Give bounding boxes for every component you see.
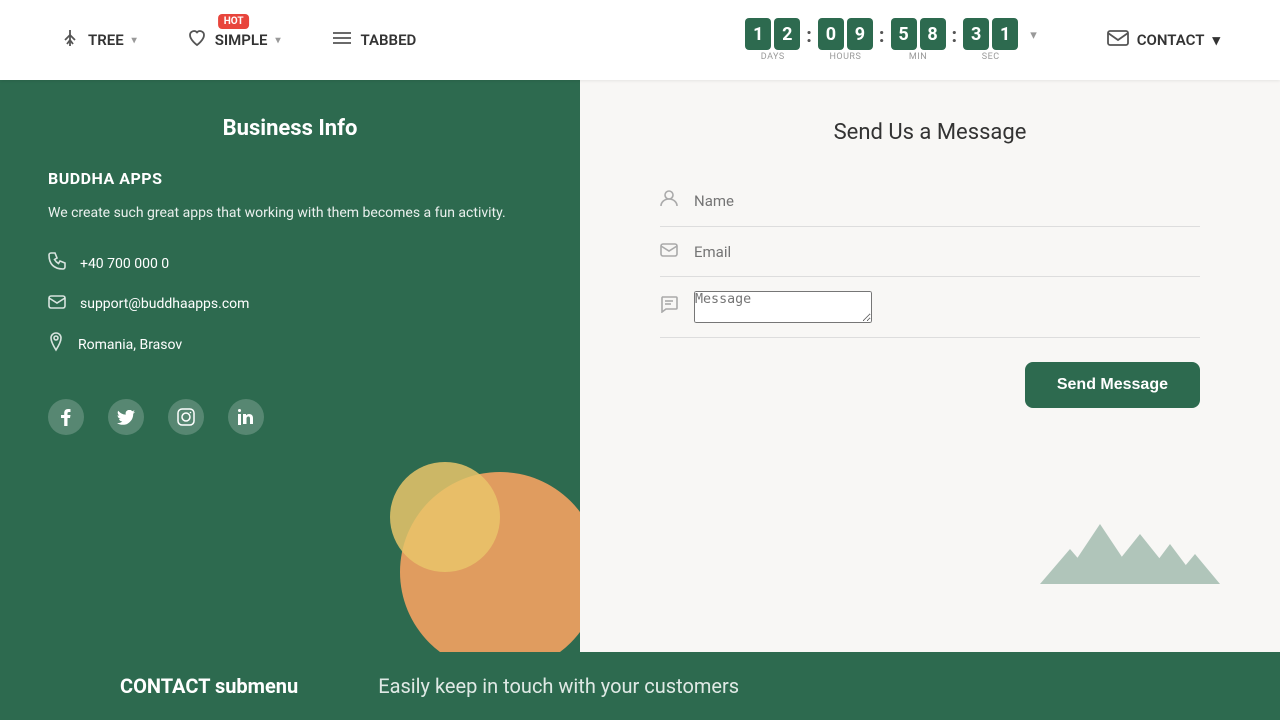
- nav-item-tree[interactable]: TREE ▾: [60, 28, 137, 53]
- email-field-container: [660, 227, 1200, 277]
- company-description: We create such great apps that working w…: [48, 202, 532, 224]
- email-form-icon: [660, 241, 678, 262]
- days-digit-2: 2: [774, 18, 800, 50]
- min-label: MIN: [909, 52, 927, 62]
- countdown-min: 5 8 MIN: [891, 18, 946, 62]
- message-icon: [660, 295, 678, 318]
- tabbed-icon: [331, 30, 353, 51]
- email-address: support@buddhaapps.com: [80, 296, 249, 312]
- footer-sub-text: Easily keep in touch with your customers: [378, 674, 739, 698]
- twitter-icon[interactable]: [108, 399, 144, 435]
- email-item: support@buddhaapps.com: [48, 293, 532, 314]
- address-text: Romania, Brasov: [78, 337, 182, 353]
- min-digit-2: 8: [920, 18, 946, 50]
- main-content: Business Info BUDDHA APPS We create such…: [0, 80, 1280, 652]
- location-icon: [48, 332, 64, 357]
- days-digit-1: 1: [745, 18, 771, 50]
- left-panel: Business Info BUDDHA APPS We create such…: [0, 80, 580, 652]
- social-icons: [48, 399, 532, 435]
- countdown-sec: 3 1 SEC: [963, 18, 1018, 62]
- nav-contact-label: CONTACT: [1137, 31, 1205, 49]
- hours-digit-2: 9: [847, 18, 873, 50]
- hours-digit-1: 0: [818, 18, 844, 50]
- countdown-days: 1 2 DAYS: [745, 18, 800, 62]
- sec-digit-2: 1: [992, 18, 1018, 50]
- email-icon: [48, 293, 66, 314]
- nav-item-simple[interactable]: HOT SIMPLE ▾: [187, 28, 281, 53]
- mountain-decoration: [1040, 504, 1220, 584]
- message-input[interactable]: [694, 291, 872, 323]
- min-digit-1: 5: [891, 18, 917, 50]
- company-name: BUDDHA APPS: [48, 169, 532, 188]
- facebook-icon[interactable]: [48, 399, 84, 435]
- tree-icon: [60, 28, 80, 53]
- contact-chevron-icon: ▾: [1212, 31, 1220, 49]
- nav-tree-label: TREE: [88, 31, 124, 49]
- navbar: TREE ▾ HOT SIMPLE ▾ TABBED 1 2: [0, 0, 1280, 80]
- countdown-hours: 0 9 HOURS: [818, 18, 873, 62]
- linkedin-icon[interactable]: [228, 399, 264, 435]
- send-message-button[interactable]: Send Message: [1025, 362, 1200, 408]
- heart-icon: [187, 28, 207, 53]
- name-field-container: [660, 175, 1200, 227]
- tree-chevron-icon: ▾: [132, 35, 137, 46]
- countdown-chevron-icon: ▾: [1030, 28, 1037, 43]
- sep-3: :: [950, 23, 960, 47]
- days-label: DAYS: [761, 52, 785, 62]
- nav-tabbed-label: TABBED: [361, 31, 417, 49]
- sep-2: :: [877, 23, 887, 47]
- business-info-title: Business Info: [48, 116, 532, 141]
- simple-chevron-icon: ▾: [276, 35, 281, 46]
- mail-icon: [1107, 30, 1129, 50]
- email-input[interactable]: [694, 243, 1200, 261]
- footer-bar: CONTACT submenu Easily keep in touch wit…: [0, 652, 1280, 720]
- hot-badge: HOT: [218, 14, 250, 29]
- phone-number: +40 700 000 0: [80, 256, 169, 272]
- phone-item: +40 700 000 0: [48, 252, 532, 275]
- countdown: 1 2 DAYS : 0 9 HOURS : 5 8 MIN : 3 1: [745, 18, 1036, 62]
- sec-digit-1: 3: [963, 18, 989, 50]
- footer-main-text: CONTACT submenu: [120, 674, 298, 698]
- name-input[interactable]: [694, 192, 1200, 210]
- nav-item-tabbed[interactable]: TABBED: [331, 30, 417, 51]
- form-title: Send Us a Message: [660, 120, 1200, 145]
- sep-1: :: [804, 23, 814, 47]
- user-icon: [660, 189, 678, 212]
- address-item: Romania, Brasov: [48, 332, 532, 357]
- hours-label: HOURS: [829, 52, 861, 62]
- message-field-container: [660, 277, 1200, 338]
- nav-item-contact[interactable]: CONTACT ▾: [1107, 30, 1220, 50]
- sec-label: SEC: [982, 52, 1000, 62]
- nav-simple-label: SIMPLE: [215, 31, 268, 49]
- phone-icon: [48, 252, 66, 275]
- instagram-icon[interactable]: [168, 399, 204, 435]
- deco-circle-small: [390, 462, 500, 572]
